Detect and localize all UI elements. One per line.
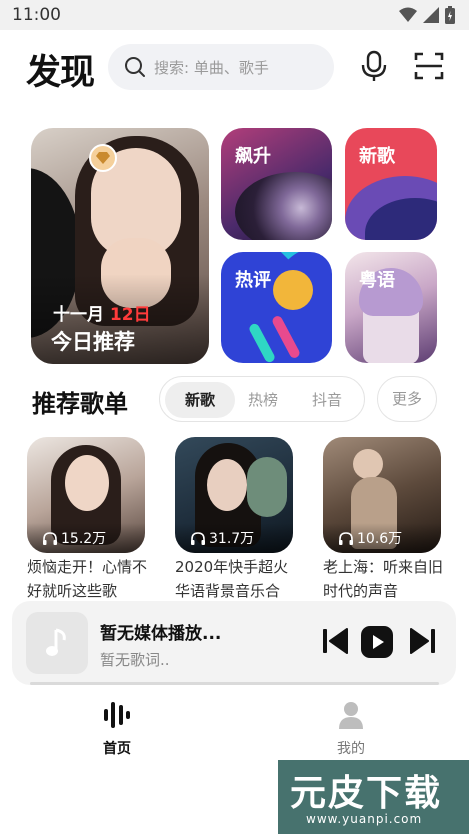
playlist-title: 烦恼走开！心情不好就听这些歌: [27, 558, 148, 600]
tab-douyin[interactable]: 抖音: [302, 382, 352, 418]
cover-face-graphic: [207, 459, 247, 511]
more-button[interactable]: 更多: [377, 376, 437, 422]
play-count: 10.6万: [323, 523, 441, 553]
chart-new-label: 新歌: [359, 146, 395, 167]
status-bar: 11:00: [0, 0, 469, 30]
chart-new-card[interactable]: 新歌: [345, 128, 437, 240]
nav-home-label: 首页: [103, 741, 131, 757]
cover-leaves-graphic: [247, 457, 287, 517]
music-note-icon: [46, 628, 66, 656]
playlist-cover: 15.2万: [27, 437, 145, 553]
app-logo: 发现: [26, 53, 95, 93]
chart-cantonese-label: 粤语: [359, 270, 395, 291]
chart-cantonese-card[interactable]: 粤语: [345, 252, 437, 363]
playlist-title: 老上海：听来自旧时代的声音: [323, 558, 444, 600]
site-watermark: 元皮下载 www.yuanpi.com: [278, 760, 469, 834]
tab-hot[interactable]: 热榜: [240, 382, 286, 418]
chart-rising-card[interactable]: 飙升: [221, 128, 332, 240]
headphones-icon: [191, 531, 205, 545]
playlist-card[interactable]: 31.7万 2020年快手超火华语背景音乐合: [175, 437, 293, 603]
chart-hot-comments-label: 热评: [235, 270, 271, 291]
watermark-url: www.yuanpi.com: [306, 812, 423, 826]
next-track-icon[interactable]: [409, 626, 437, 656]
sound-wave-icon: [104, 702, 130, 728]
battery-icon: [445, 6, 455, 24]
scan-icon[interactable]: [414, 50, 444, 82]
user-icon: [339, 702, 363, 729]
now-playing-lyric: 暂无歌词..: [100, 651, 170, 669]
microphone-icon[interactable]: [359, 50, 389, 82]
section-title: 推荐歌单: [32, 390, 128, 418]
sun-graphic: [273, 270, 313, 310]
recommend-date: 十一月 12日: [53, 300, 151, 325]
chart-hot-comments-card[interactable]: 热评: [221, 252, 332, 363]
playlist-title: 2020年快手超火华语背景音乐合: [175, 558, 289, 600]
search-icon: [125, 57, 145, 77]
search-input[interactable]: 搜索: 单曲、歌手: [108, 44, 334, 90]
watermark-logo-text: 元皮下载: [290, 773, 443, 814]
wifi-icon: [399, 7, 417, 22]
search-placeholder: 搜索: 单曲、歌手: [154, 58, 269, 77]
nav-home[interactable]: 首页: [87, 700, 147, 758]
play-icon[interactable]: [360, 625, 394, 659]
chart-rising-label: 飙升: [235, 146, 271, 167]
play-count: 31.7万: [175, 523, 293, 553]
playback-progress-bar[interactable]: [30, 682, 439, 685]
now-playing-title: 暂无媒体播放...: [100, 624, 222, 644]
mini-player[interactable]: 暂无媒体播放... 暂无歌词..: [12, 601, 456, 685]
play-count: 15.2万: [27, 523, 145, 553]
play-count-value: 31.7万: [209, 531, 255, 547]
tab-new[interactable]: 新歌: [165, 382, 235, 418]
playlist-cover: 31.7万: [175, 437, 293, 553]
status-time: 11:00: [12, 5, 61, 25]
playlist-card[interactable]: 10.6万 老上海：听来自旧时代的声音: [323, 437, 443, 603]
nav-me-label: 我的: [337, 741, 365, 757]
album-art-placeholder: [26, 612, 88, 674]
playlist-card[interactable]: 15.2万 烦恼走开！心情不好就听这些歌: [27, 437, 147, 603]
cover-face-graphic: [353, 449, 383, 479]
turntable-graphic: [235, 172, 332, 240]
daily-recommend-card[interactable]: 十一月 12日 今日推荐: [31, 128, 209, 364]
status-icons: [399, 6, 455, 24]
previous-track-icon[interactable]: [321, 626, 349, 656]
cover-face-graphic: [65, 455, 109, 511]
playlist-cover: 10.6万: [323, 437, 441, 553]
recommend-label: 今日推荐: [51, 330, 135, 354]
nav-me[interactable]: 我的: [321, 700, 381, 758]
playlist-tabs: 新歌 热榜 抖音: [159, 376, 365, 422]
date-day: 12日: [109, 305, 151, 325]
play-count-value: 15.2万: [61, 531, 107, 547]
headphones-icon: [43, 531, 57, 545]
headphones-icon: [339, 531, 353, 545]
diamond-icon: [89, 144, 117, 172]
bar-graphic: [247, 322, 277, 363]
play-count-value: 10.6万: [357, 531, 403, 547]
date-month: 十一月: [53, 305, 104, 325]
signal-icon: [423, 7, 439, 23]
